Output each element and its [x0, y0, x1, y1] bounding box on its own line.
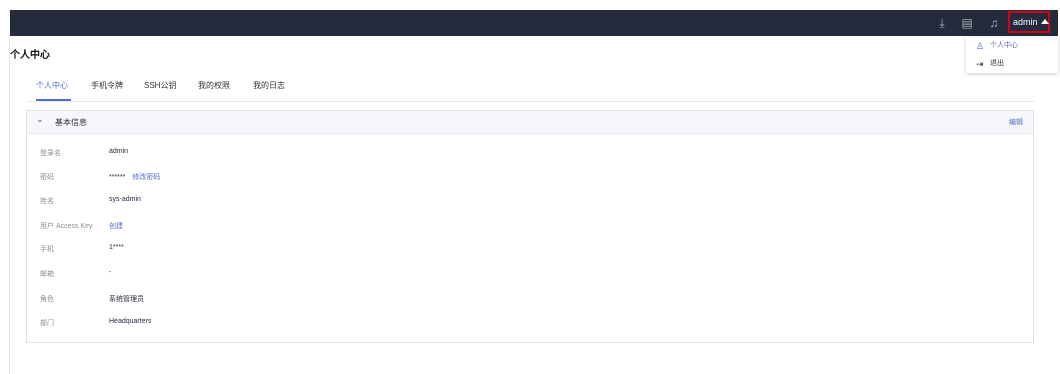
bell-icon[interactable]: ♫	[987, 16, 1001, 30]
change-password-link[interactable]: 修改密码	[132, 174, 160, 181]
field-label-email: 邮箱	[40, 271, 54, 278]
top-navbar: ⤓ ▤ ♫	[10, 10, 1058, 36]
tab-ssh-key[interactable]: SSH公钥	[144, 80, 176, 91]
tab-divider	[26, 101, 1034, 102]
chevron-down-icon[interactable]: ⌄	[36, 114, 44, 125]
user-icon: ♙	[976, 41, 985, 51]
field-value-department: Headquarters	[109, 318, 152, 325]
basic-info-card: ⌄ 基本信息 编辑 登录名 admin 密码 ****** 修改密码 姓名 sy…	[26, 110, 1034, 343]
page-title: 个人中心	[10, 50, 50, 61]
user-menu-button[interactable]: admin	[1008, 11, 1050, 33]
field-value-phone: 1****	[109, 244, 124, 251]
caret-up-icon	[1040, 19, 1049, 25]
menu-item-label: 退出	[990, 60, 1004, 67]
edit-button[interactable]: 编辑	[1009, 117, 1023, 127]
menu-item-label: 个人中心	[990, 42, 1018, 49]
field-label-password: 密码	[40, 174, 54, 181]
tab-mobile-token[interactable]: 手机令牌	[91, 80, 123, 91]
document-icon[interactable]: ▤	[960, 16, 974, 30]
field-value-name: sys-admin	[109, 196, 141, 203]
field-label-name: 姓名	[40, 198, 54, 205]
menu-item-logout[interactable]: ⇥ 退出	[966, 55, 1058, 73]
tab-my-logs[interactable]: 我的日志	[253, 80, 285, 91]
download-icon[interactable]: ⤓	[935, 16, 949, 30]
field-value-role: 系统管理员	[109, 296, 144, 303]
field-label-login: 登录名	[40, 150, 61, 157]
card-header[interactable]: ⌄ 基本信息 编辑	[27, 111, 1033, 134]
field-value-login: admin	[109, 148, 129, 155]
tab-personal-center[interactable]: 个人中心	[36, 80, 68, 91]
field-value-email: -	[109, 269, 112, 276]
tab-my-permissions[interactable]: 我的权限	[198, 80, 230, 91]
create-access-key-link[interactable]: 创建	[109, 221, 123, 231]
menu-item-personal-center[interactable]: ♙ 个人中心	[966, 37, 1058, 55]
field-label-phone: 手机	[40, 246, 54, 253]
page-left-border	[9, 37, 10, 374]
password-mask: ******	[109, 174, 126, 181]
field-label-access-key: 用户 Access Key	[40, 223, 93, 230]
field-label-role: 角色	[40, 296, 54, 303]
user-name: admin	[1013, 17, 1038, 27]
logout-icon: ⇥	[976, 59, 984, 69]
user-dropdown-menu: ♙ 个人中心 ⇥ 退出	[966, 37, 1058, 73]
card-title: 基本信息	[55, 118, 87, 127]
field-label-department: 部门	[40, 320, 54, 327]
field-value-password: ****** 修改密码	[109, 172, 160, 182]
